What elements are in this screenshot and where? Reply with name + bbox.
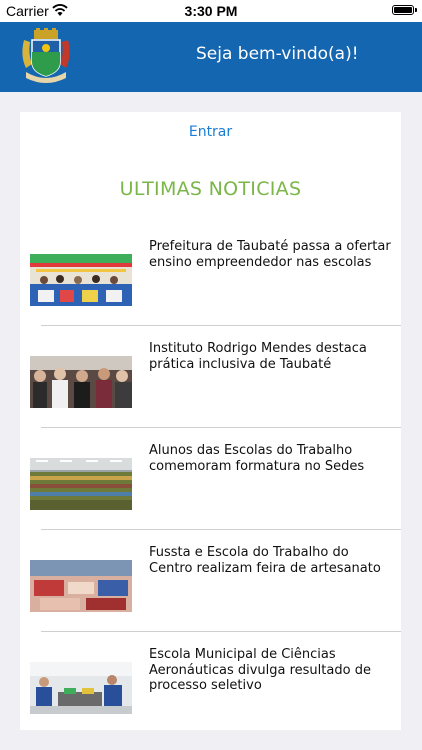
battery-icon bbox=[392, 5, 417, 15]
city-coat-of-arms-logo bbox=[22, 28, 70, 83]
news-headline: Alunos das Escolas do Trabalho comemoram… bbox=[149, 443, 365, 474]
news-thumbnail bbox=[30, 458, 132, 510]
news-item[interactable]: Escola Municipal de Ciências Aeronáutica… bbox=[20, 632, 401, 730]
news-headline: Escola Municipal de Ciências Aeronáutica… bbox=[149, 647, 371, 693]
status-time: 3:30 PM bbox=[184, 3, 238, 19]
news-list: Prefeitura de Taubaté passa a ofertar en… bbox=[20, 224, 401, 730]
news-thumbnail bbox=[30, 560, 132, 612]
welcome-title: Seja bem-vindo(a)! bbox=[196, 44, 359, 64]
news-item[interactable]: Prefeitura de Taubaté passa a ofertar en… bbox=[20, 224, 401, 326]
status-bar: Carrier 3:30 PM bbox=[0, 0, 422, 22]
news-section-title: ULTIMAS NOTICIAS bbox=[119, 178, 302, 200]
content-card: Entrar ULTIMAS NOTICIAS Prefeitura de Ta… bbox=[20, 112, 401, 730]
news-item[interactable]: Instituto Rodrigo Mendes destaca prática… bbox=[20, 326, 401, 428]
news-item[interactable]: Alunos das Escolas do Trabalho comemoram… bbox=[20, 428, 401, 530]
news-headline: Prefeitura de Taubaté passa a ofertar en… bbox=[149, 239, 391, 270]
news-thumbnail bbox=[30, 356, 132, 408]
news-thumbnail bbox=[30, 254, 132, 306]
news-thumbnail bbox=[30, 662, 132, 714]
news-item[interactable]: Fussta e Escola do Trabalho do Centro re… bbox=[20, 530, 401, 632]
news-headline: Fussta e Escola do Trabalho do Centro re… bbox=[149, 545, 381, 576]
app-header: Seja bem-vindo(a)! bbox=[0, 22, 422, 92]
news-headline: Instituto Rodrigo Mendes destaca prática… bbox=[149, 341, 367, 372]
login-link[interactable]: Entrar bbox=[20, 124, 401, 140]
